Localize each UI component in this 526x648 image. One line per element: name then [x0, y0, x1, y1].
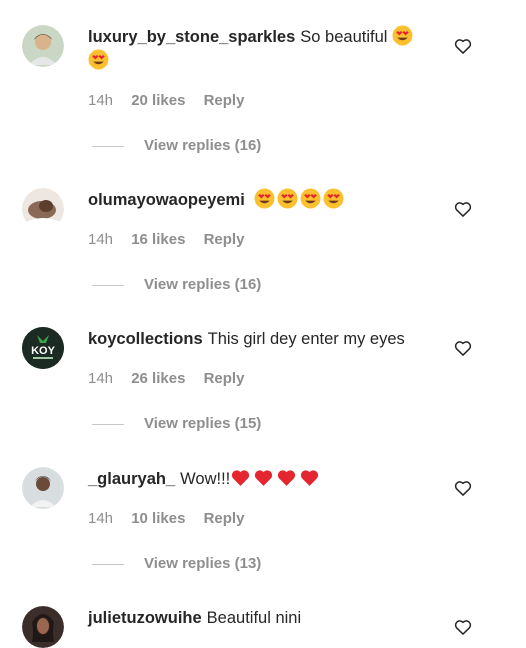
red-heart-emoji: [253, 467, 274, 488]
heart-eyes-emoji: [392, 25, 413, 46]
heart-outline-icon[interactable]: [453, 36, 473, 56]
avatar[interactable]: [22, 188, 64, 230]
comment-meta: 14h 26 likes Reply: [88, 370, 258, 387]
divider: [92, 563, 124, 565]
emoji-group: [230, 467, 320, 488]
view-replies-button[interactable]: View replies (16): [88, 137, 388, 154]
view-replies-button[interactable]: View replies (16): [88, 276, 388, 293]
like-button[interactable]: [453, 36, 473, 56]
emoji-group: [254, 188, 344, 209]
divider: [92, 284, 124, 286]
avatar[interactable]: [22, 467, 64, 509]
reply-button[interactable]: Reply: [204, 231, 245, 248]
red-heart-emoji: [299, 467, 320, 488]
avatar[interactable]: [22, 606, 64, 648]
heart-outline-icon[interactable]: [453, 338, 473, 358]
like-button[interactable]: [453, 199, 473, 219]
divider: [92, 423, 124, 425]
like-button[interactable]: [453, 617, 473, 637]
view-replies-button[interactable]: View replies (15): [88, 415, 388, 432]
comment-username[interactable]: _glauryah_: [88, 470, 175, 488]
comment-text: So beautiful: [300, 28, 388, 46]
comment-text: This girl dey enter my eyes: [207, 330, 405, 348]
red-heart-emoji: [230, 467, 251, 488]
comment-meta: 14h 10 likes Reply: [88, 510, 258, 527]
comment-username[interactable]: luxury_by_stone_sparkles: [88, 28, 295, 46]
like-button[interactable]: [453, 338, 473, 358]
reply-button[interactable]: Reply: [204, 510, 245, 527]
reply-button[interactable]: Reply: [204, 92, 245, 109]
heart-eyes-emoji: [300, 188, 321, 209]
comment-text: Beautiful nini: [206, 609, 302, 627]
svg-text:KOY: KOY: [31, 345, 56, 357]
heart-eyes-emoji: [277, 188, 298, 209]
comment-meta: 14h 20 likes Reply: [88, 92, 258, 109]
reply-button[interactable]: Reply: [204, 370, 245, 387]
comment-likes[interactable]: 20 likes: [131, 92, 185, 109]
heart-eyes-emoji: [323, 188, 344, 209]
view-replies-label[interactable]: View replies (16): [144, 137, 261, 154]
comment-username[interactable]: koycollections: [88, 330, 203, 348]
view-replies-label[interactable]: View replies (16): [144, 276, 261, 293]
comment-time: 14h: [88, 231, 114, 248]
view-replies-button[interactable]: View replies (13): [88, 555, 388, 572]
red-heart-emoji: [276, 467, 297, 488]
avatar[interactable]: [22, 25, 64, 67]
comment-time: 14h: [88, 370, 114, 387]
heart-eyes-emoji: [88, 49, 109, 70]
comment-time: 14h: [88, 92, 114, 109]
comment-likes[interactable]: 26 likes: [131, 370, 185, 387]
view-replies-label[interactable]: View replies (15): [144, 415, 261, 432]
heart-eyes-emoji: [254, 188, 275, 209]
comment-time: 14h: [88, 510, 114, 527]
heart-outline-icon[interactable]: [453, 617, 473, 637]
comment-username[interactable]: julietuzowuihe: [88, 609, 202, 627]
comment-text: Wow!!!: [180, 470, 231, 488]
comment-likes[interactable]: 16 likes: [131, 231, 185, 248]
view-replies-label[interactable]: View replies (13): [144, 555, 261, 572]
like-button[interactable]: [453, 478, 473, 498]
heart-outline-icon[interactable]: [453, 199, 473, 219]
heart-outline-icon[interactable]: [453, 478, 473, 498]
comment-meta: 14h 16 likes Reply: [88, 231, 258, 248]
divider: [92, 145, 124, 147]
avatar[interactable]: KOY: [22, 327, 64, 369]
comment-username[interactable]: olumayowaopeyemi: [88, 191, 245, 209]
comment-likes[interactable]: 10 likes: [131, 510, 185, 527]
